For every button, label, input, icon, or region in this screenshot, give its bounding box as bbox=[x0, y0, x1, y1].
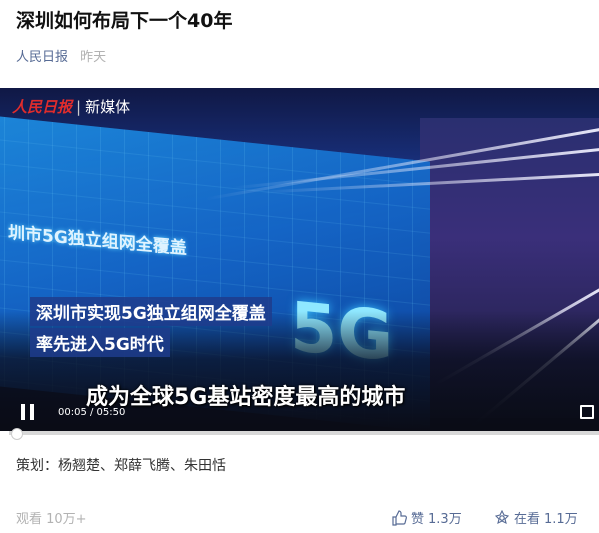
article-meta: 人民日报 昨天 bbox=[16, 46, 106, 65]
article-title: 深圳如何布局下一个40年 bbox=[16, 10, 233, 32]
video-player[interactable]: 圳市5G独立组网全覆盖 5G 人民日报|新媒体 深圳市实现5G独立组网全覆盖 率… bbox=[0, 88, 599, 431]
pause-icon bbox=[21, 404, 25, 420]
view-count: 观看 10万+ bbox=[16, 512, 87, 527]
like-button[interactable]: 赞 1.3万 bbox=[391, 508, 462, 527]
pause-button[interactable] bbox=[20, 404, 36, 420]
brand-sub: 新媒体 bbox=[85, 98, 131, 116]
video-watermark: 人民日报 | 新媒体 bbox=[12, 98, 131, 116]
watching-label: 在看 bbox=[514, 512, 541, 527]
pause-icon bbox=[30, 404, 34, 420]
source-link[interactable]: 人民日报 bbox=[16, 50, 68, 65]
like-label: 赞 bbox=[411, 512, 425, 527]
video-timecode: 00:05 / 05:50 bbox=[58, 407, 126, 418]
progress-handle[interactable] bbox=[10, 428, 23, 440]
publish-time: 昨天 bbox=[80, 50, 107, 65]
flower-icon bbox=[494, 509, 510, 524]
video-controls: 00:05 / 05:50 bbox=[0, 393, 599, 431]
caption-line-2: 率先进入5G时代 bbox=[30, 328, 170, 357]
caption-line-1: 深圳市实现5G独立组网全覆盖 bbox=[30, 297, 272, 326]
watching-count: 1.1万 bbox=[544, 512, 578, 527]
video-progress-bar[interactable] bbox=[0, 428, 599, 440]
watching-button[interactable]: 在看 1.1万 bbox=[494, 508, 578, 527]
fullscreen-button[interactable] bbox=[580, 405, 594, 419]
like-count: 1.3万 bbox=[428, 512, 462, 527]
thumbs-up-icon bbox=[392, 509, 407, 526]
progress-fill bbox=[0, 431, 9, 435]
brand-logo: 人民日报 bbox=[12, 98, 73, 116]
credits-text: 策划：杨翘楚、郑薛飞腾、朱田恬 bbox=[16, 458, 226, 474]
